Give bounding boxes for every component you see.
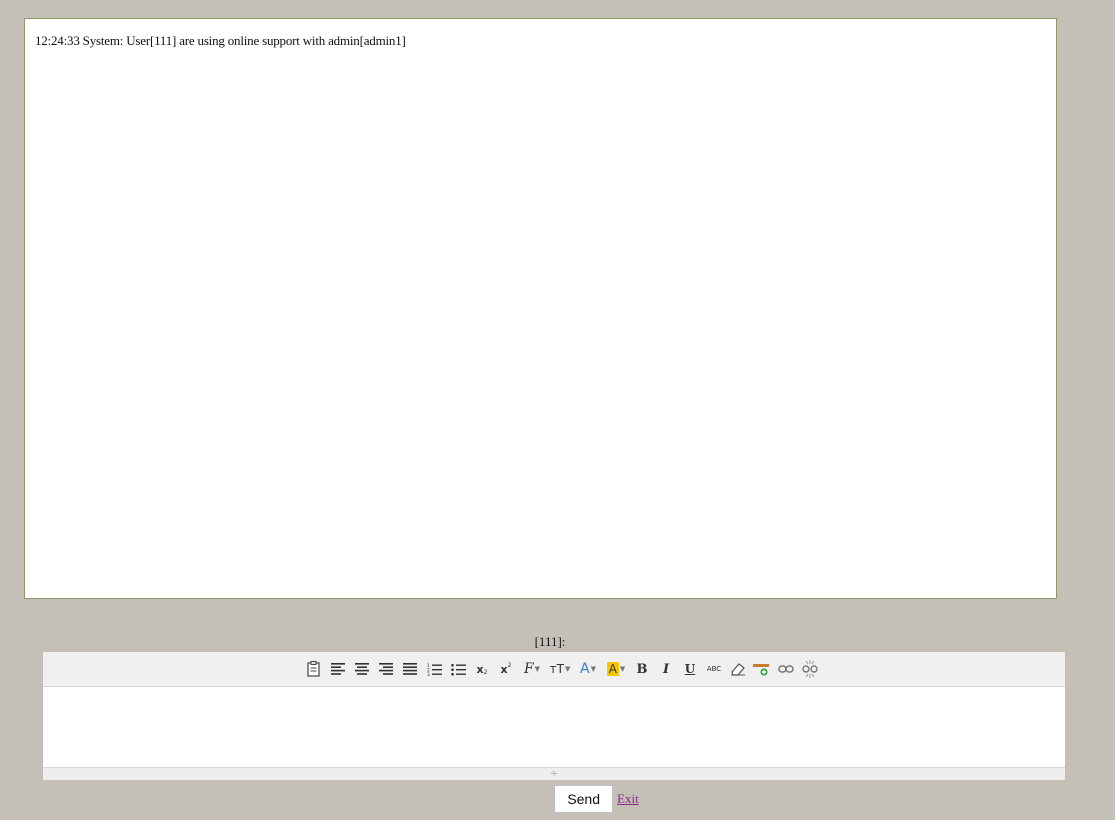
- unordered-list-icon[interactable]: [449, 660, 467, 678]
- editor-resize-handle[interactable]: ÷: [43, 767, 1065, 780]
- subscript-glyph: x: [476, 662, 484, 676]
- link-icon[interactable]: [777, 660, 795, 678]
- chat-log: 12:24:33 System: User[111] are using onl…: [24, 18, 1057, 599]
- editor-toolbar: 123 x2 x2 F ▼ тT ▼ A ▼ A ▼ B I U ABC: [43, 652, 1065, 687]
- strikethrough-icon[interactable]: ABC: [705, 660, 723, 678]
- font-size-glyph: тT: [549, 662, 564, 676]
- exit-link[interactable]: Exit: [617, 791, 639, 807]
- message-input[interactable]: [43, 687, 1065, 767]
- compose-label: [111]:: [534, 634, 566, 649]
- font-color-icon[interactable]: A ▼: [577, 660, 599, 678]
- highlight-glyph: A: [606, 662, 619, 676]
- unlink-icon[interactable]: [801, 660, 819, 678]
- align-justify-icon[interactable]: [401, 660, 419, 678]
- svg-text:3: 3: [427, 672, 430, 676]
- align-center-icon[interactable]: [353, 660, 371, 678]
- superscript-icon[interactable]: x2: [497, 660, 515, 678]
- bold-glyph: B: [636, 661, 648, 677]
- chat-message: 12:24:33 System: User[111] are using onl…: [35, 33, 406, 48]
- paste-icon[interactable]: [305, 660, 323, 678]
- underline-glyph: U: [684, 662, 696, 676]
- subscript-icon[interactable]: x2: [473, 660, 491, 678]
- insert-row-icon[interactable]: [753, 660, 771, 678]
- eraser-icon[interactable]: [729, 660, 747, 678]
- bold-icon[interactable]: B: [633, 660, 651, 678]
- ordered-list-icon[interactable]: 123: [425, 660, 443, 678]
- italic-icon[interactable]: I: [657, 660, 675, 678]
- italic-glyph: I: [662, 661, 670, 677]
- font-family-icon[interactable]: F ▼: [521, 660, 543, 678]
- underline-icon[interactable]: U: [681, 660, 699, 678]
- font-color-glyph: A: [580, 661, 590, 677]
- align-right-icon[interactable]: [377, 660, 395, 678]
- action-row: Send Exit: [0, 783, 1115, 815]
- font-size-icon[interactable]: тT ▼: [549, 660, 571, 678]
- resize-icon: ÷: [550, 769, 558, 779]
- font-family-glyph: F: [523, 661, 534, 677]
- highlight-color-icon[interactable]: A ▼: [605, 660, 627, 678]
- strike-glyph: ABC: [706, 665, 722, 673]
- superscript-glyph: x: [500, 662, 508, 676]
- align-left-icon[interactable]: [329, 660, 347, 678]
- send-button[interactable]: Send: [554, 785, 614, 813]
